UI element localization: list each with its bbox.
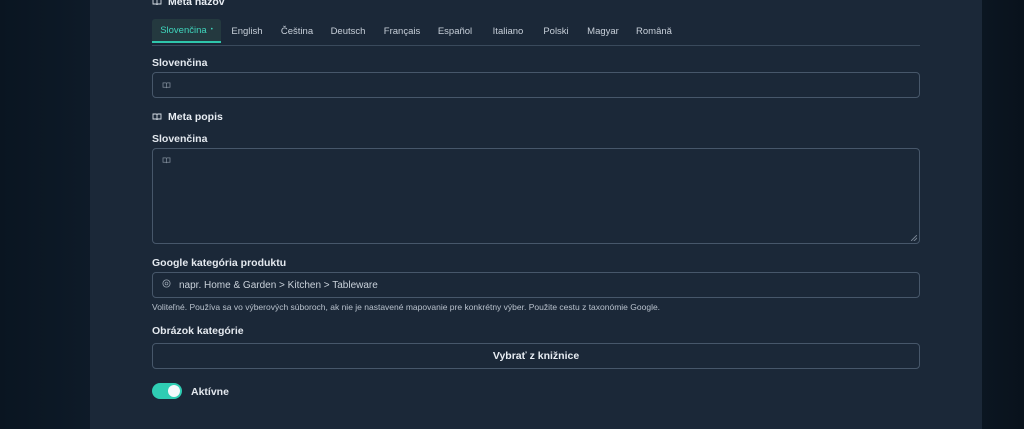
tab-label: Italiano <box>492 25 524 37</box>
meta-description-field-label: Slovenčina <box>152 133 208 145</box>
tab-italiano[interactable]: Italiano <box>486 19 530 43</box>
tab-label: Magyar <box>587 25 619 37</box>
book-icon <box>162 81 171 89</box>
google-category-placeholder: napr. Home & Garden > Kitchen > Tablewar… <box>179 279 378 291</box>
book-icon <box>162 157 171 164</box>
google-category-hint: Voliteľné. Používa sa vo výberových súbo… <box>152 302 661 312</box>
toggle-knob <box>168 385 180 397</box>
meta-description-heading-text: Meta popis <box>168 111 223 123</box>
tab-slovencina[interactable]: Slovenčina • <box>152 19 221 43</box>
tab-label: Español <box>437 25 473 37</box>
tab-english[interactable]: English <box>226 19 268 43</box>
tab-magyar[interactable]: Magyar <box>582 19 624 43</box>
meta-description-textarea[interactable] <box>152 148 920 244</box>
language-tabs: Slovenčina • English Čeština Deutsch Fran… <box>152 19 920 46</box>
tab-label: Română <box>636 25 672 37</box>
book-icon <box>152 113 162 121</box>
active-toggle[interactable] <box>152 383 182 399</box>
meta-title-field-label: Slovenčina <box>152 57 208 69</box>
tab-cestina[interactable]: Čeština <box>277 19 317 43</box>
active-tab-marker: • <box>210 27 213 33</box>
meta-title-heading-text: Meta názov <box>168 0 225 8</box>
choose-from-library-button[interactable]: Vybrať z knižnice <box>152 343 920 369</box>
tab-label: Français <box>383 25 421 37</box>
tab-label: Polski <box>543 25 569 37</box>
google-category-input[interactable]: napr. Home & Garden > Kitchen > Tablewar… <box>152 272 920 298</box>
tab-deutsch[interactable]: Deutsch <box>328 19 368 43</box>
tab-romana[interactable]: Română <box>634 19 674 43</box>
tab-label: English <box>231 25 263 37</box>
book-icon <box>152 0 162 6</box>
tab-label: Čeština <box>280 25 314 37</box>
tab-label: Slovenčina <box>160 24 207 36</box>
meta-title-input[interactable] <box>152 72 920 98</box>
meta-description-heading: Meta popis <box>152 111 223 123</box>
category-image-label: Obrázok kategórie <box>152 325 244 337</box>
tab-espanol[interactable]: Español <box>435 19 475 43</box>
google-category-label: Google kategória produktu <box>152 257 287 269</box>
active-toggle-label: Aktívne <box>191 386 229 398</box>
tab-francais[interactable]: Français <box>380 19 424 43</box>
meta-title-heading: Meta názov <box>152 0 225 8</box>
globe-icon <box>162 279 171 291</box>
resize-handle[interactable] <box>911 235 917 241</box>
tab-label: Deutsch <box>330 25 366 37</box>
tab-polski[interactable]: Polski <box>540 19 572 43</box>
